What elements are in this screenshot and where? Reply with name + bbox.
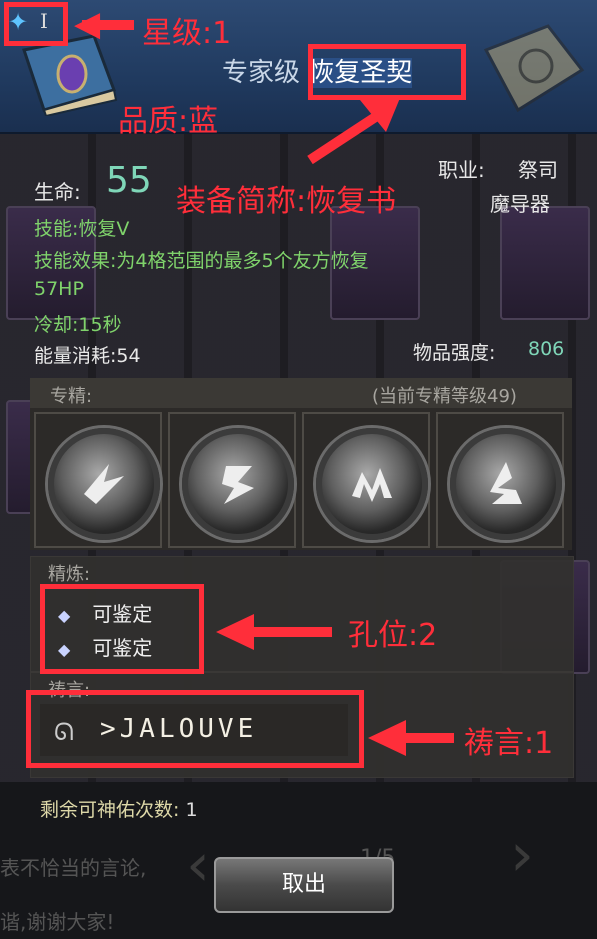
remaining-blessings: 剩余可神佑次数: 1	[40, 795, 198, 822]
remaining-label: 剩余可神佑次数:	[40, 799, 180, 821]
annotation-prayer: 祷言:1	[464, 726, 554, 761]
spec-rune-1[interactable]	[48, 428, 160, 540]
arrow-head-icon: ◀	[74, 4, 101, 44]
spec-rune-3[interactable]	[316, 428, 428, 540]
annotation-quality: 品质:蓝	[118, 104, 219, 139]
decorative-book-icon	[478, 20, 588, 116]
remaining-value: 1	[185, 799, 198, 821]
life-label: 生命:	[34, 180, 81, 204]
cooldown: 冷却:15秒	[34, 314, 122, 336]
prev-arrow-icon[interactable]: ‹	[186, 830, 210, 900]
class-value-2: 魔导器	[490, 192, 550, 216]
background-chat-text: 表不恰当的言论,	[0, 856, 147, 880]
item-title-prefix: 专家级	[222, 58, 301, 88]
annotation-arrow	[307, 98, 400, 165]
skill-name: 技能:恢复V	[34, 218, 130, 240]
strength-label: 物品强度:	[413, 342, 496, 364]
annotation-star: 星级:1	[142, 16, 232, 51]
skill-effect-cont: 57HP	[34, 278, 84, 300]
spec-rune-4[interactable]	[450, 428, 562, 540]
skill-effect: 技能效果:为4格范围的最多5个友方恢复	[34, 250, 369, 272]
strength-value: 806	[528, 338, 565, 360]
energy-cost: 能量消耗:54	[34, 345, 141, 367]
life-value: 55	[106, 160, 152, 201]
next-arrow-icon[interactable]: ›	[510, 820, 534, 890]
background-chat-text: 谐,谢谢大家!	[0, 910, 115, 934]
class-label: 职业:	[438, 158, 485, 182]
annotation-box-sockets	[40, 584, 204, 674]
annotation-box-prayer	[26, 690, 364, 768]
cancel-button[interactable]: 取出	[214, 857, 394, 913]
spec-rune-2[interactable]	[182, 428, 294, 540]
annotation-box-title	[308, 44, 466, 100]
annotation-short-name: 装备简称:恢复书	[176, 184, 397, 219]
spec-level-note: (当前专精等级49)	[372, 386, 517, 407]
annotation-arrow	[216, 614, 332, 650]
annotation-box-star	[4, 2, 68, 46]
annotation-sockets: 孔位:2	[348, 618, 438, 653]
background-card	[500, 206, 590, 320]
annotation-arrow	[368, 720, 454, 756]
refine-label: 精炼:	[48, 564, 91, 585]
class-value: 祭司	[518, 158, 558, 182]
spec-label: 专精:	[50, 386, 93, 407]
